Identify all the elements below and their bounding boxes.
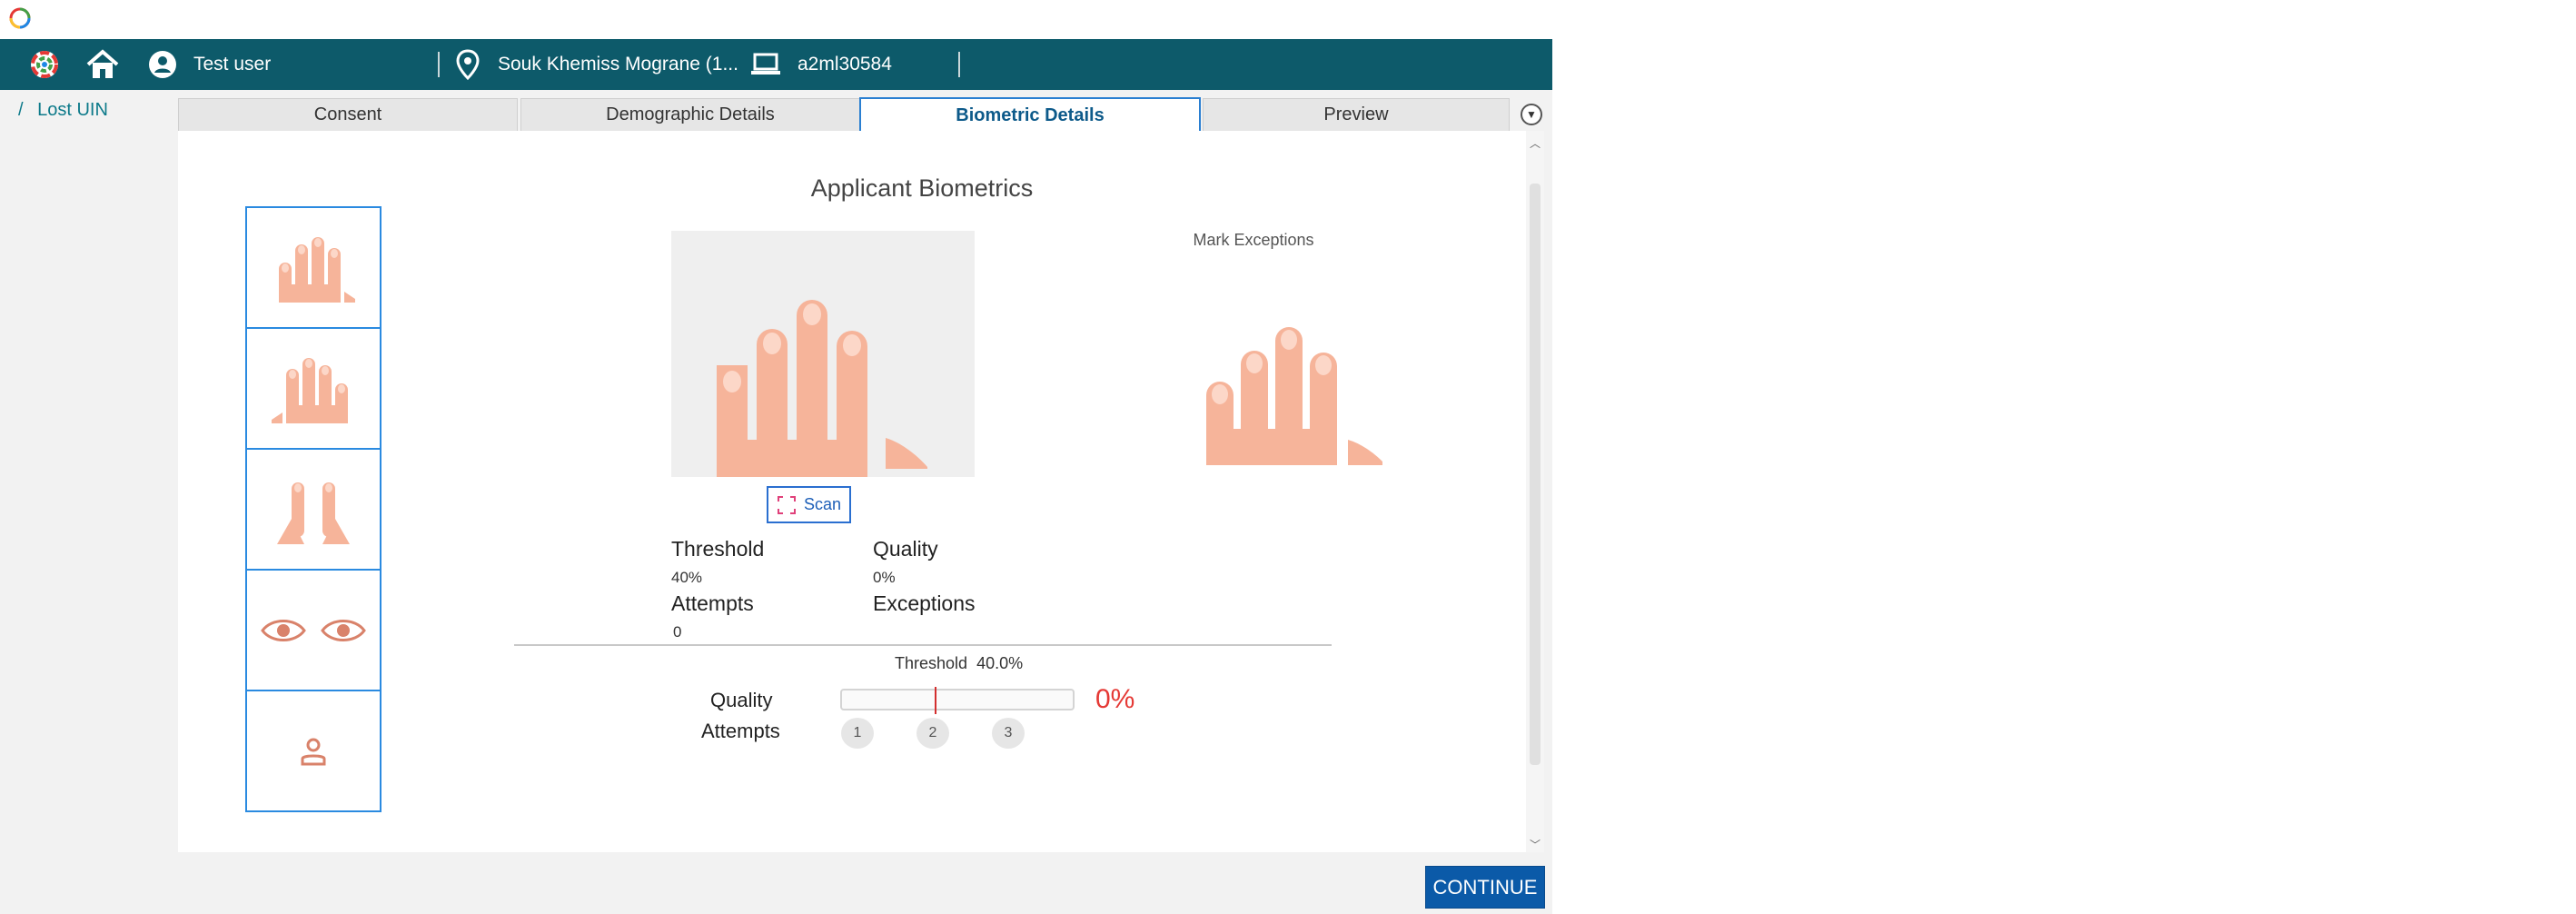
exceptions-label: Exceptions — [873, 591, 976, 615]
modality-left-hand[interactable] — [245, 206, 381, 329]
app-header: Test user Souk Khemiss Mograne (1... a2m… — [0, 39, 1552, 90]
threshold-marker — [934, 687, 936, 714]
threshold-label: Threshold — [671, 537, 765, 561]
location-icon — [456, 49, 480, 80]
tab-preview[interactable]: Preview — [1203, 98, 1510, 131]
app-logo-icon — [31, 51, 58, 78]
breadcrumb-lost-uin[interactable]: Lost UIN — [37, 100, 108, 120]
home-button[interactable] — [84, 39, 121, 90]
user-name: Test user — [193, 54, 272, 75]
breadcrumb-separator: / — [18, 100, 24, 120]
attempt-3[interactable]: 3 — [992, 718, 1025, 749]
left-hand-icon — [717, 300, 927, 477]
user-info[interactable]: Test user — [148, 39, 271, 90]
laptop-icon — [751, 53, 780, 75]
attempts-label: Attempts — [671, 591, 754, 615]
brand-logo[interactable] — [27, 39, 62, 90]
quality-bar-label: Quality — [710, 689, 773, 711]
tab-consent[interactable]: Consent — [178, 98, 518, 131]
machine-id: a2ml30584 — [798, 54, 892, 75]
exception-hand-icon[interactable] — [1199, 320, 1390, 465]
tabs-dropdown-button[interactable]: ▼ — [1521, 104, 1542, 125]
modality-thumbs[interactable] — [245, 448, 381, 571]
scroll-up-icon[interactable]: ︿ — [1526, 134, 1544, 151]
capture-preview — [671, 231, 975, 477]
scan-label: Scan — [803, 495, 842, 513]
modality-list — [245, 206, 381, 812]
modality-iris[interactable] — [245, 569, 381, 691]
quality-threshold-label: Threshold — [895, 654, 968, 672]
tab-biometric-details[interactable]: Biometric Details — [859, 97, 1201, 132]
mark-exceptions-label: Mark Exceptions — [1193, 231, 1314, 249]
eye-icon — [261, 619, 366, 641]
left-hand-icon — [279, 236, 355, 303]
scan-button[interactable]: Scan — [767, 486, 851, 523]
scroll-down-icon[interactable]: ﹀ — [1526, 836, 1544, 852]
window-titlebar — [0, 0, 2576, 39]
biometrics-title: Applicant Biometrics — [810, 174, 1034, 202]
quality-value: 0% — [873, 569, 896, 586]
chevron-down-icon: ▼ — [1526, 108, 1537, 121]
threshold-value: 40% — [671, 569, 703, 586]
header-divider — [958, 52, 960, 77]
quality-label: Quality — [873, 537, 938, 561]
home-icon — [86, 49, 119, 78]
quality-threshold-caption: Threshold 40.0% — [895, 654, 1023, 673]
location-info: Souk Khemiss Mograne (1... — [456, 39, 738, 90]
breadcrumb: / Lost UIN — [18, 100, 117, 121]
user-icon — [149, 51, 176, 78]
location-name: Souk Khemiss Mograne (1... — [498, 54, 738, 75]
scroll-thumb[interactable] — [1530, 184, 1541, 765]
scan-icon — [777, 495, 796, 514]
modality-face[interactable] — [245, 690, 381, 812]
section-divider — [514, 644, 1332, 646]
modality-right-hand[interactable] — [245, 327, 381, 450]
quality-threshold-value: 40.0% — [976, 654, 1024, 672]
attempt-1[interactable]: 1 — [841, 718, 874, 749]
header-divider — [438, 52, 440, 77]
right-hand-icon — [272, 357, 348, 423]
registration-tabs: Consent Demographic Details Biometric De… — [178, 97, 1510, 132]
attempts-row-label: Attempts — [701, 720, 780, 742]
continue-button[interactable]: CONTINUE — [1425, 866, 1545, 909]
attempts-value: 0 — [673, 623, 682, 641]
app-logo-icon — [9, 7, 31, 29]
machine-info: a2ml30584 — [750, 39, 892, 90]
thumbs-icon — [277, 482, 350, 544]
panel-scrollbar[interactable]: ︿ ﹀ — [1526, 131, 1544, 852]
quality-progress-bar — [840, 687, 1075, 714]
person-icon — [301, 738, 326, 765]
quality-percent: 0% — [1095, 684, 1135, 714]
attempt-2[interactable]: 2 — [916, 718, 949, 749]
tab-demographic-details[interactable]: Demographic Details — [520, 98, 860, 131]
